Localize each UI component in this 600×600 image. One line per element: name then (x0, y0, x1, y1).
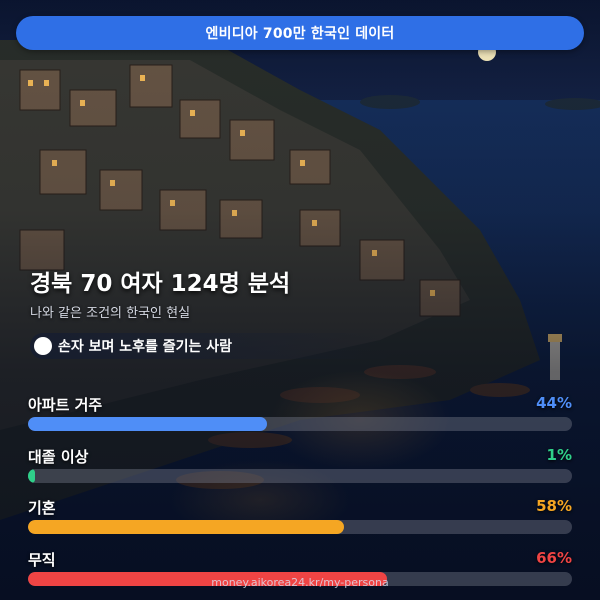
stat-label: 대졸 이상 (28, 448, 89, 466)
bullet-icon (34, 337, 52, 355)
dark-overlay (0, 0, 600, 600)
progress-track (28, 469, 572, 483)
banner-text: 엔비디아 700만 한국인 데이터 (205, 26, 395, 42)
top-banner-button[interactable]: 엔비디아 700만 한국인 데이터 (16, 16, 584, 50)
stat-label: 아파트 거주 (28, 396, 103, 414)
background-illustration (0, 0, 600, 600)
stat-value: 1% (546, 446, 572, 464)
persona-tagline: 손자 보며 노후를 즐기는 사람 (30, 333, 394, 359)
stat-label: 무직 (28, 551, 56, 569)
stat-value: 44% (536, 394, 572, 412)
page-title: 경북 70 여자 124명 분석 (30, 271, 291, 297)
progress-fill (28, 417, 268, 431)
footer-url-link[interactable]: money.aikorea24.kr/my-persona (0, 576, 600, 589)
progress-track (28, 417, 572, 431)
page-subtitle: 나와 같은 조건의 한국인 현실 (30, 306, 191, 321)
tagline-text: 손자 보며 노후를 즐기는 사람 (58, 339, 233, 355)
stat-label: 기혼 (28, 499, 56, 517)
stat-value: 58% (536, 497, 572, 515)
progress-track (28, 520, 572, 534)
progress-fill (28, 520, 344, 534)
stat-value: 66% (536, 549, 572, 567)
